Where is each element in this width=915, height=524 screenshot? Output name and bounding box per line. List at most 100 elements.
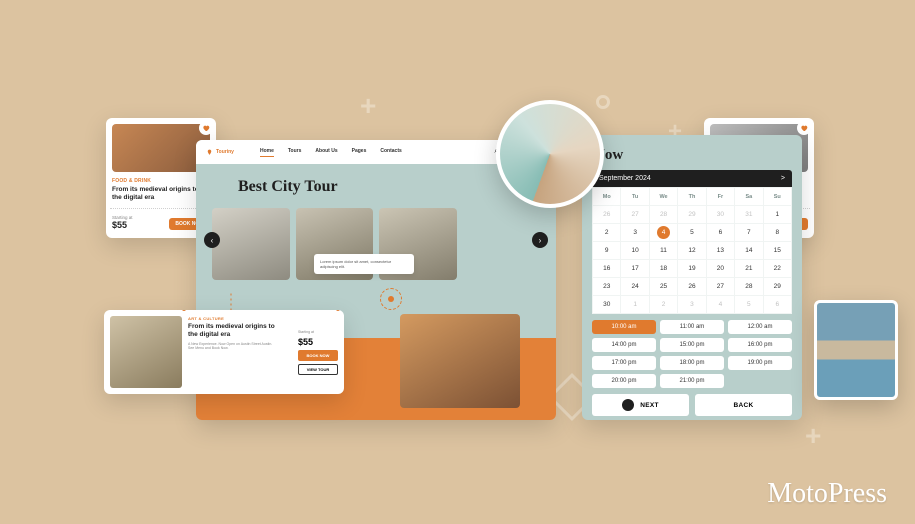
calendar-day[interactable]: 29 — [678, 206, 706, 224]
time-slot[interactable]: 15:00 pm — [660, 338, 724, 352]
calendar-day[interactable]: 19 — [678, 260, 706, 278]
calendar-day[interactable]: 12 — [678, 242, 706, 260]
time-slot[interactable]: 16:00 pm — [728, 338, 792, 352]
calendar-month-header: September 2024 > — [592, 170, 792, 187]
calendar-day[interactable]: 7 — [735, 224, 763, 242]
calendar-day[interactable]: 6 — [763, 296, 791, 314]
gallery-next[interactable]: › — [532, 232, 548, 248]
weekday-label: Su — [763, 188, 791, 206]
calendar-day[interactable]: 22 — [763, 260, 791, 278]
gallery-caption: Lorem ipsum dolor sit amet, consectetur … — [314, 254, 414, 274]
time-slot[interactable]: 17:00 pm — [592, 356, 656, 370]
time-slot[interactable]: 10:00 am — [592, 320, 656, 334]
calendar-day[interactable]: 10 — [621, 242, 649, 260]
venice-photo — [814, 300, 898, 400]
nav-tours[interactable]: Tours — [288, 148, 302, 156]
deco-plus: + — [360, 90, 376, 122]
calendar-day[interactable]: 1 — [621, 296, 649, 314]
next-button[interactable]: NEXT — [592, 394, 689, 416]
tour-description: A New Experience. Now Open on Austin Str… — [188, 342, 279, 351]
ticket-pins — [182, 310, 340, 313]
hotspot-marker[interactable] — [380, 288, 402, 310]
nav-home[interactable]: Home — [260, 148, 274, 157]
divider — [288, 318, 289, 386]
calendar-day[interactable]: 2 — [593, 224, 621, 242]
calendar-day[interactable]: 11 — [649, 242, 677, 260]
time-slot[interactable]: 20:00 pm — [592, 374, 656, 388]
calendar-day[interactable]: 8 — [763, 224, 791, 242]
calendar-day[interactable]: 4 — [649, 224, 677, 242]
calendar-day[interactable]: 30 — [593, 296, 621, 314]
weekday-label: We — [649, 188, 677, 206]
calendar-day[interactable]: 13 — [706, 242, 734, 260]
time-slot[interactable]: 11:00 am — [660, 320, 724, 334]
brand-logo[interactable]: Touriny — [206, 149, 234, 156]
gallery-image[interactable] — [463, 208, 541, 280]
calendar-day[interactable]: 27 — [706, 278, 734, 296]
time-slot[interactable]: 21:00 pm — [660, 374, 724, 388]
time-slot[interactable]: 12:00 am — [728, 320, 792, 334]
gallery-prev[interactable]: ‹ — [204, 232, 220, 248]
time-slot[interactable]: 14:00 pm — [592, 338, 656, 352]
tour-detail-card[interactable]: ART & CULTURE From its medieval origins … — [104, 310, 344, 394]
calendar-day[interactable]: 18 — [649, 260, 677, 278]
calendar-day[interactable]: 24 — [621, 278, 649, 296]
starting-at-label: Starting at — [298, 330, 338, 334]
calendar-day[interactable]: 20 — [706, 260, 734, 278]
calendar-day[interactable]: 26 — [678, 278, 706, 296]
calendar-panel: Now September 2024 > MoTuWeThFrSaSu 2627… — [582, 135, 802, 420]
calendar-day[interactable]: 5 — [678, 224, 706, 242]
time-slot[interactable]: 18:00 pm — [660, 356, 724, 370]
calendar-now-label: Now — [594, 147, 792, 164]
calendar-day[interactable]: 23 — [593, 278, 621, 296]
calendar-day[interactable]: 9 — [593, 242, 621, 260]
view-tour-button[interactable]: VIEW TOUR — [298, 364, 338, 375]
calendar-day[interactable]: 3 — [621, 224, 649, 242]
calendar-day[interactable]: 28 — [649, 206, 677, 224]
calendar-day[interactable]: 30 — [706, 206, 734, 224]
calendar-day[interactable]: 15 — [763, 242, 791, 260]
hero-group-photo — [400, 314, 520, 408]
map-circle-photo — [496, 100, 604, 208]
back-button[interactable]: BACK — [695, 394, 792, 416]
motopress-watermark: MotoPress — [767, 478, 887, 510]
price: $55 — [112, 220, 133, 230]
nav-pages[interactable]: Pages — [352, 148, 367, 156]
calendar-day[interactable]: 2 — [649, 296, 677, 314]
calendar-day[interactable]: 25 — [649, 278, 677, 296]
calendar-day[interactable]: 17 — [621, 260, 649, 278]
brand-name: Touriny — [216, 149, 234, 155]
calendar-day[interactable]: 26 — [593, 206, 621, 224]
category-label: ART & CULTURE — [188, 316, 279, 321]
step-dot-icon — [622, 399, 634, 411]
calendar-day[interactable]: 27 — [621, 206, 649, 224]
calendar-day[interactable]: 31 — [735, 206, 763, 224]
calendar-day[interactable]: 29 — [763, 278, 791, 296]
calendar-day[interactable]: 5 — [735, 296, 763, 314]
calendar-day[interactable]: 3 — [678, 296, 706, 314]
tour-image — [110, 316, 182, 388]
book-now-button[interactable]: BOOK NOW — [298, 350, 338, 361]
calendar-day[interactable]: 28 — [735, 278, 763, 296]
calendar-day[interactable]: 16 — [593, 260, 621, 278]
starting-at-label: Starting at — [112, 215, 133, 220]
tour-title: From its medieval origins to the digital… — [188, 323, 279, 339]
calendar-next-month[interactable]: > — [781, 175, 785, 182]
gallery-image[interactable] — [212, 208, 290, 280]
calendar-day[interactable]: 6 — [706, 224, 734, 242]
calendar-day[interactable]: 4 — [706, 296, 734, 314]
nav-about[interactable]: About Us — [315, 148, 337, 156]
calendar-day[interactable]: 1 — [763, 206, 791, 224]
calendar-day[interactable]: 21 — [735, 260, 763, 278]
weekday-label: Th — [678, 188, 706, 206]
nav-contacts[interactable]: Contacts — [380, 148, 401, 156]
calendar-day[interactable]: 14 — [735, 242, 763, 260]
calendar-month-label: September 2024 — [599, 175, 651, 182]
time-slot[interactable]: 19:00 pm — [728, 356, 792, 370]
weekday-label: Tu — [621, 188, 649, 206]
deco-plus: + — [805, 420, 821, 452]
favorite-button[interactable] — [797, 121, 811, 135]
favorite-button[interactable] — [199, 121, 213, 135]
weekday-label: Sa — [735, 188, 763, 206]
weekday-label: Mo — [593, 188, 621, 206]
